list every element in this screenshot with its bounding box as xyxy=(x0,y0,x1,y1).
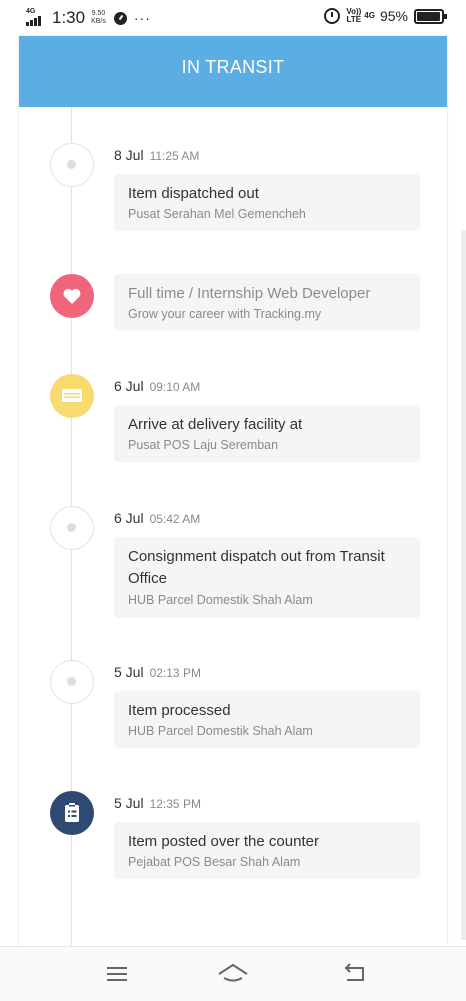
network-tag: 4G xyxy=(26,8,36,15)
event-title: Item dispatched out xyxy=(128,185,259,202)
tracking-card: IN TRANSIT 8 Jul 11:25 AM Item dispatched… xyxy=(19,36,447,946)
dot-icon xyxy=(50,143,94,187)
event-location: HUB Parcel Domestik Shah Alam xyxy=(128,593,313,607)
timeline-event[interactable]: Item processed HUB Parcel Domestik Shah … xyxy=(114,691,420,748)
battery-icon xyxy=(414,8,447,24)
event-title: Arrive at delivery facility at xyxy=(128,416,303,433)
ad-title: Full time / Internship Web Developer xyxy=(128,285,371,302)
back-icon[interactable] xyxy=(337,959,373,989)
scrollbar[interactable] xyxy=(461,230,466,940)
event-location: HUB Parcel Domestik Shah Alam xyxy=(128,724,313,738)
event-location: Pusat POS Laju Seremban xyxy=(128,438,279,452)
event-location: Pusat Serahan Mel Gemencheh xyxy=(128,207,306,221)
home-icon[interactable] xyxy=(215,959,251,989)
timeline-event[interactable]: Item posted over the counter Pejabat POS… xyxy=(114,822,420,879)
ad-subtitle: Grow your career with Tracking.my xyxy=(128,307,322,321)
more-notifications-icon: ··· xyxy=(133,10,151,26)
clipboard-icon xyxy=(50,791,94,835)
signal-icon: 4G xyxy=(26,8,48,26)
timeline-event[interactable]: Item dispatched out Pusat Serahan Mel Ge… xyxy=(114,174,420,231)
heart-icon[interactable] xyxy=(50,274,94,318)
event-date: 6 Jul 09:10 AM xyxy=(114,378,201,394)
clock: 1:30 xyxy=(52,8,86,27)
system-nav-bar xyxy=(0,946,466,1001)
battery-percent: 95% xyxy=(379,8,408,24)
volte-icon: Vo)) LTE xyxy=(346,7,362,24)
event-title-line1: Consignment dispatch out from Transit xyxy=(128,548,385,565)
dot-icon xyxy=(50,506,94,550)
menu-icon[interactable] xyxy=(99,959,135,989)
status-title: IN TRANSIT xyxy=(181,57,285,77)
network-speed: 9.50 KB/s xyxy=(91,10,106,25)
job-ad[interactable]: Full time / Internship Web Developer Gro… xyxy=(114,274,420,331)
event-date: 5 Jul 02:13 PM xyxy=(114,664,201,680)
event-title-line2: Office xyxy=(128,570,167,587)
notification-icon xyxy=(113,11,127,25)
dot-icon xyxy=(50,660,94,704)
status-header: IN TRANSIT xyxy=(19,36,447,107)
event-date: 6 Jul 05:42 AM xyxy=(114,510,201,526)
truck-icon xyxy=(50,374,94,418)
network-type: 4G xyxy=(364,11,375,20)
event-title: Item posted over the counter xyxy=(128,833,319,850)
timeline-event[interactable]: Consignment dispatch out from Transit Of… xyxy=(114,537,420,618)
alarm-icon xyxy=(324,8,341,24)
event-title: Item processed xyxy=(128,702,231,719)
event-date: 8 Jul 11:25 AM xyxy=(114,147,200,163)
event-date: 5 Jul 12:35 PM xyxy=(114,795,201,811)
status-bar: 4G 1:30 9.50 KB/s ··· Vo)) LTE 4G 95% xyxy=(0,0,466,36)
event-location: Pejabat POS Besar Shah Alam xyxy=(128,855,301,869)
timeline-event[interactable]: Arrive at delivery facility at Pusat POS… xyxy=(114,405,420,462)
